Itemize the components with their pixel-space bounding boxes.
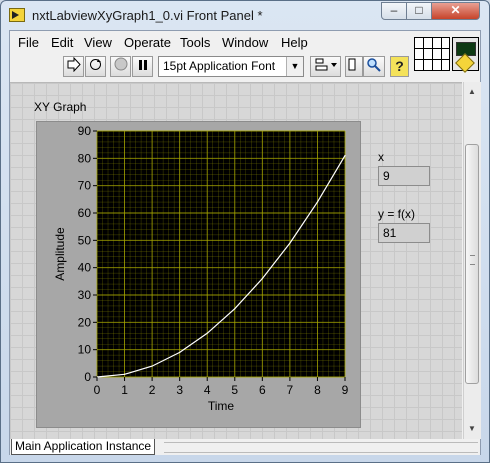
- y-tick-label: 60: [78, 206, 92, 220]
- x-tick-label: 5: [231, 383, 238, 397]
- menu-bar: File Edit View Operate Tools Window Help: [10, 31, 410, 53]
- data-point: [206, 332, 208, 334]
- y-tick-label: 30: [78, 288, 92, 302]
- labview-vi-icon: [9, 8, 25, 22]
- help-question-icon: ?: [395, 58, 404, 74]
- scroll-up-icon[interactable]: ▲: [464, 84, 480, 100]
- minimize-button[interactable]: –: [381, 2, 407, 20]
- abort-button[interactable]: [110, 56, 131, 77]
- xy-graph-plot: 0 10 20 30 40 50 60 70 80 90 0 1 2 3 4 5 6 7 8 9 Time Ampl…: [53, 124, 349, 413]
- stop-icon: [114, 57, 127, 71]
- vi-icon[interactable]: [452, 37, 479, 73]
- x-tick-label: 4: [204, 383, 211, 397]
- menu-help[interactable]: Help: [281, 35, 308, 50]
- x-indicator[interactable]: 9: [378, 166, 430, 186]
- data-point: [123, 373, 126, 375]
- xy-graph[interactable]: 0 10 20 30 40 50 60 70 80 90 0 1 2 3 4 5 6 7 8 9 Time Ampl…: [36, 121, 361, 428]
- context-help-button[interactable]: ?: [390, 56, 409, 77]
- front-panel-canvas[interactable]: XY Graph 0 10 20 30 40 50 60 70 80 90 0 1 2 3 4 5 6 7 8 9 …: [10, 82, 462, 440]
- menu-operate[interactable]: Operate: [124, 35, 171, 50]
- menu-view[interactable]: View: [84, 35, 112, 50]
- toolbar: 15pt Application Font ▼ ?: [10, 54, 410, 80]
- window-title: nxtLabviewXyGraph1_0.vi Front Panel *: [32, 8, 263, 23]
- diamond-glyph-icon: [455, 53, 475, 73]
- x-tick-label: 6: [259, 383, 266, 397]
- align-icon: [315, 58, 337, 71]
- magnifier-icon: [367, 58, 381, 72]
- font-select[interactable]: 15pt Application Font ▼: [158, 56, 304, 77]
- y-tick-label: 20: [78, 315, 92, 329]
- y-tick-label: 10: [78, 343, 92, 357]
- x-axis-label: Time: [208, 399, 235, 413]
- front-panel-window: nxtLabviewXyGraph1_0.vi Front Panel * – …: [0, 0, 490, 463]
- x-tick-label: 8: [314, 383, 321, 397]
- menu-window[interactable]: Window: [222, 35, 268, 50]
- run-continuously-button[interactable]: [85, 56, 106, 77]
- y-tick-label: 90: [78, 124, 92, 138]
- horizontal-scrollbar[interactable]: [164, 442, 478, 453]
- y-axis-label: Amplitude: [53, 227, 67, 281]
- y-indicator-label: y = f(x): [378, 207, 416, 221]
- x-tick-label: 9: [342, 383, 349, 397]
- data-point: [344, 155, 346, 157]
- run-button[interactable]: [63, 56, 84, 77]
- x-indicator-label: x: [378, 150, 384, 164]
- status-bar: Main Application Instance: [10, 439, 480, 455]
- distribute-objects-button[interactable]: [345, 56, 363, 77]
- client-area: File Edit View Operate Tools Window Help…: [9, 30, 481, 455]
- title-bar[interactable]: nxtLabviewXyGraph1_0.vi Front Panel * – …: [1, 1, 489, 29]
- menu-edit[interactable]: Edit: [51, 35, 73, 50]
- distribute-icon: [348, 58, 356, 71]
- run-arrow-icon: [67, 56, 81, 73]
- grip-icon: [470, 255, 475, 265]
- application-instance-label[interactable]: Main Application Instance: [11, 439, 156, 455]
- data-point: [316, 201, 319, 203]
- x-tick-label: 7: [287, 383, 294, 397]
- font-select-value: 15pt Application Font: [163, 59, 276, 73]
- zoom-button[interactable]: [363, 56, 385, 77]
- vertical-scrollbar[interactable]: ▲ ▼: [463, 82, 481, 439]
- data-point: [151, 365, 153, 367]
- data-point: [261, 278, 263, 280]
- x-tick-label: 0: [94, 383, 101, 397]
- run-continuously-icon: [90, 59, 101, 70]
- y-tick-label: 80: [78, 151, 92, 165]
- y-tick-label: 0: [84, 370, 91, 384]
- scrollbar-thumb[interactable]: [465, 144, 479, 384]
- menu-file[interactable]: File: [18, 35, 39, 50]
- chevron-down-icon: ▼: [286, 57, 303, 76]
- xy-graph-label: XY Graph: [34, 100, 87, 114]
- plot-background: [97, 131, 345, 377]
- y-indicator[interactable]: 81: [378, 223, 430, 243]
- y-tick-label: 70: [78, 179, 92, 193]
- x-tick-label: 3: [176, 383, 183, 397]
- pause-button[interactable]: [132, 56, 153, 77]
- data-point: [289, 242, 291, 244]
- x-tick-label: 2: [149, 383, 156, 397]
- y-tick-label: 50: [78, 233, 92, 247]
- align-objects-button[interactable]: [310, 56, 341, 77]
- maximize-button[interactable]: □: [406, 2, 432, 20]
- data-point: [179, 351, 181, 353]
- pause-icon: [138, 60, 147, 70]
- scroll-down-icon[interactable]: ▼: [464, 421, 480, 437]
- x-tick-label: 1: [121, 383, 128, 397]
- data-point: [234, 308, 236, 310]
- y-tick-label: 40: [78, 261, 92, 275]
- menu-tools[interactable]: Tools: [180, 35, 210, 50]
- close-button[interactable]: ✕: [431, 2, 480, 20]
- connector-pane[interactable]: [414, 37, 450, 71]
